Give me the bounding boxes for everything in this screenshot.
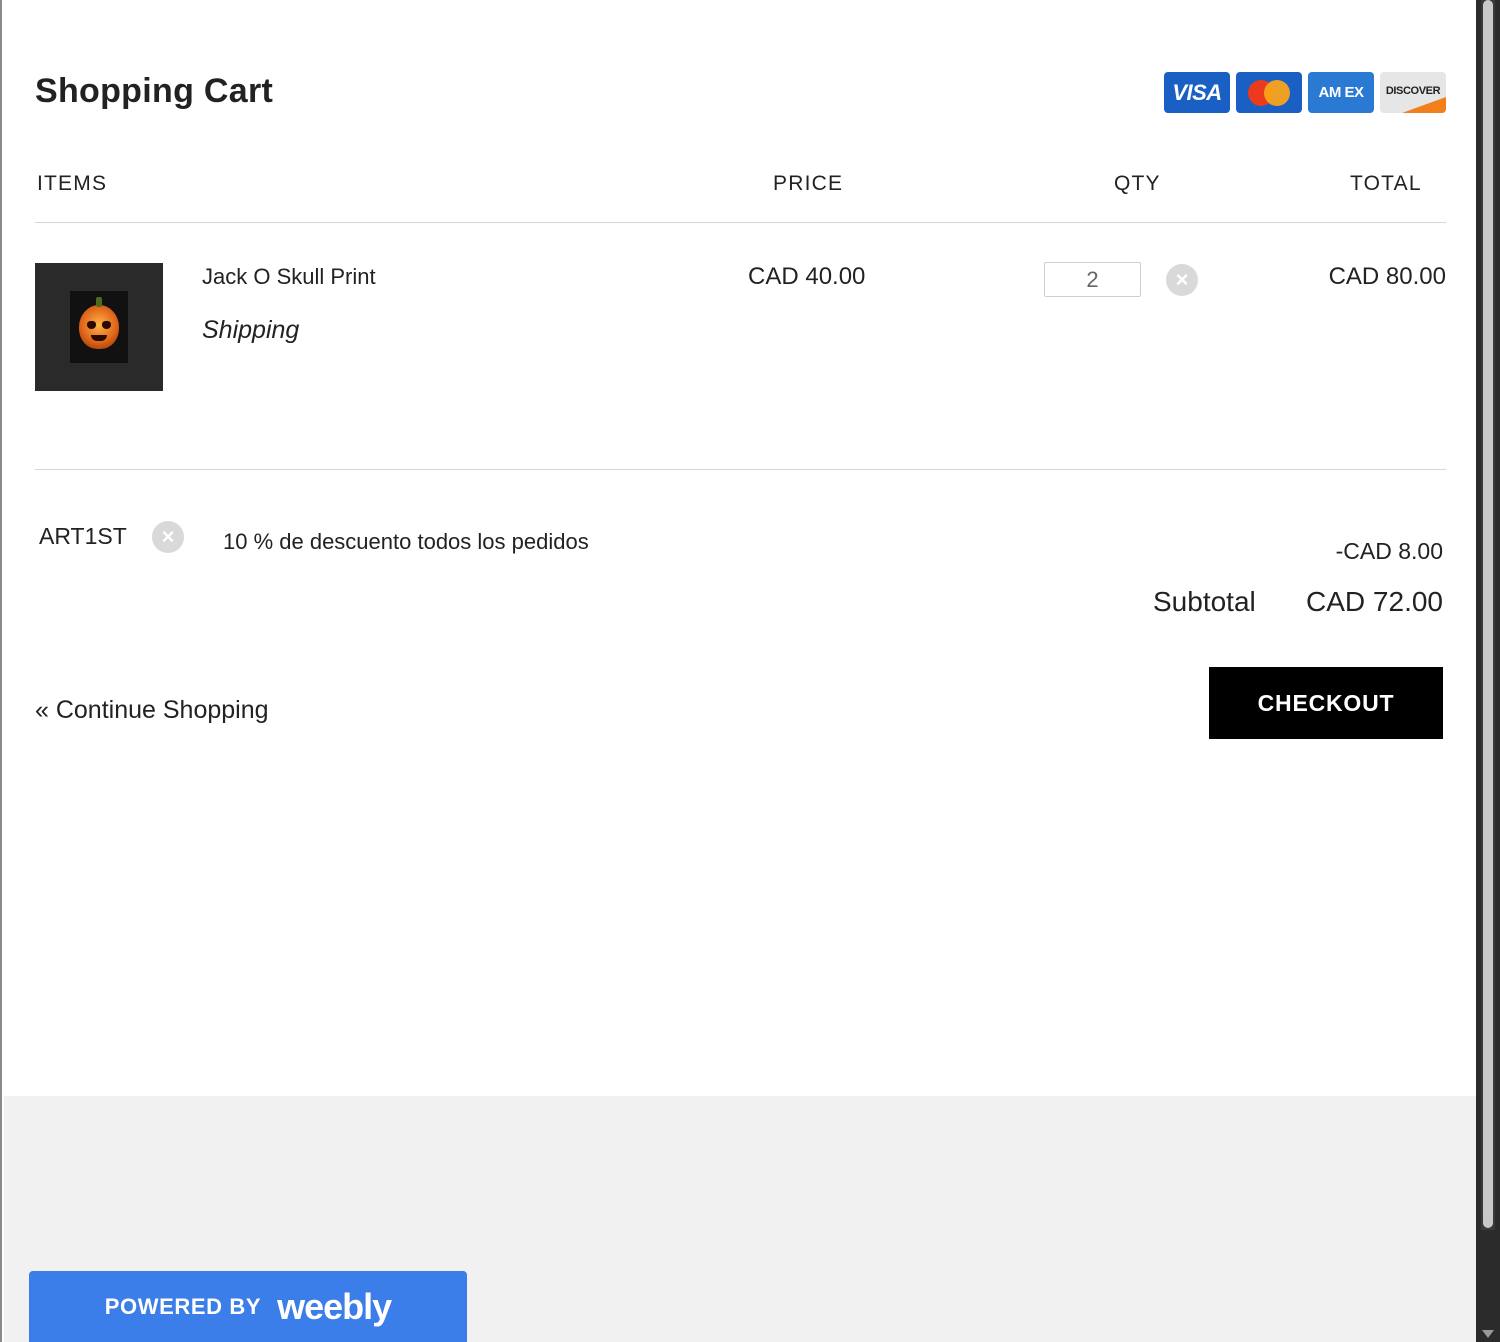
subtotal-value: CAD 72.00 [1306,586,1443,617]
footer: POWERED BY weebly [4,1096,1478,1342]
cart-content: Shopping Cart VISA AM EX DISCOVER ITEMS … [35,0,1446,1096]
discover-card-label: DISCOVER [1385,84,1441,97]
vertical-scrollbar[interactable] [1476,0,1500,1342]
powered-by-weebly-badge[interactable]: POWERED BY weebly [29,1271,467,1342]
page-title: Shopping Cart [35,72,274,110]
continue-shopping-link[interactable]: « Continue Shopping [35,696,269,725]
discount-amount: -CAD 8.00 [1335,538,1443,564]
discover-card-icon: DISCOVER [1380,72,1446,113]
scroll-down-arrow-icon[interactable] [1482,1330,1494,1338]
product-thumbnail[interactable] [35,263,163,391]
items-divider [35,469,1446,470]
checkout-button[interactable]: CHECKOUT [1209,667,1443,739]
coupon-code: ART1ST [39,523,127,549]
amex-card-icon: AM EX [1308,72,1374,113]
mastercard-card-icon [1236,72,1302,113]
pumpkin-skull-image [79,297,119,349]
scrollbar-thumb[interactable] [1483,0,1493,1228]
remove-coupon-icon[interactable]: × [152,521,184,553]
column-header-total: TOTAL [1350,172,1422,195]
product-unit-price: CAD 40.00 [748,263,866,290]
product-shipping-label: Shipping [202,316,300,344]
column-header-price: PRICE [773,172,844,195]
payment-cards: VISA AM EX DISCOVER [1164,72,1446,113]
powered-by-label: POWERED BY [104,1294,262,1319]
quantity-input[interactable] [1044,262,1141,297]
weebly-logo: weebly [277,1286,392,1327]
amex-card-label: AM EX [1318,84,1364,101]
column-header-items: ITEMS [37,172,108,195]
header-divider [35,222,1446,223]
column-header-qty: QTY [1114,172,1161,195]
product-line-total: CAD 80.00 [1328,263,1446,290]
coupon-description: 10 % de descuento todos los pedidos [223,529,589,554]
store-window: Shopping Cart VISA AM EX DISCOVER ITEMS … [0,0,1478,1342]
subtotal-label: Subtotal [1153,586,1256,617]
visa-card-icon: VISA [1164,72,1230,113]
product-name-link[interactable]: Jack O Skull Print [202,264,376,290]
visa-card-label: VISA [1172,79,1222,105]
remove-item-icon[interactable]: × [1166,264,1198,296]
